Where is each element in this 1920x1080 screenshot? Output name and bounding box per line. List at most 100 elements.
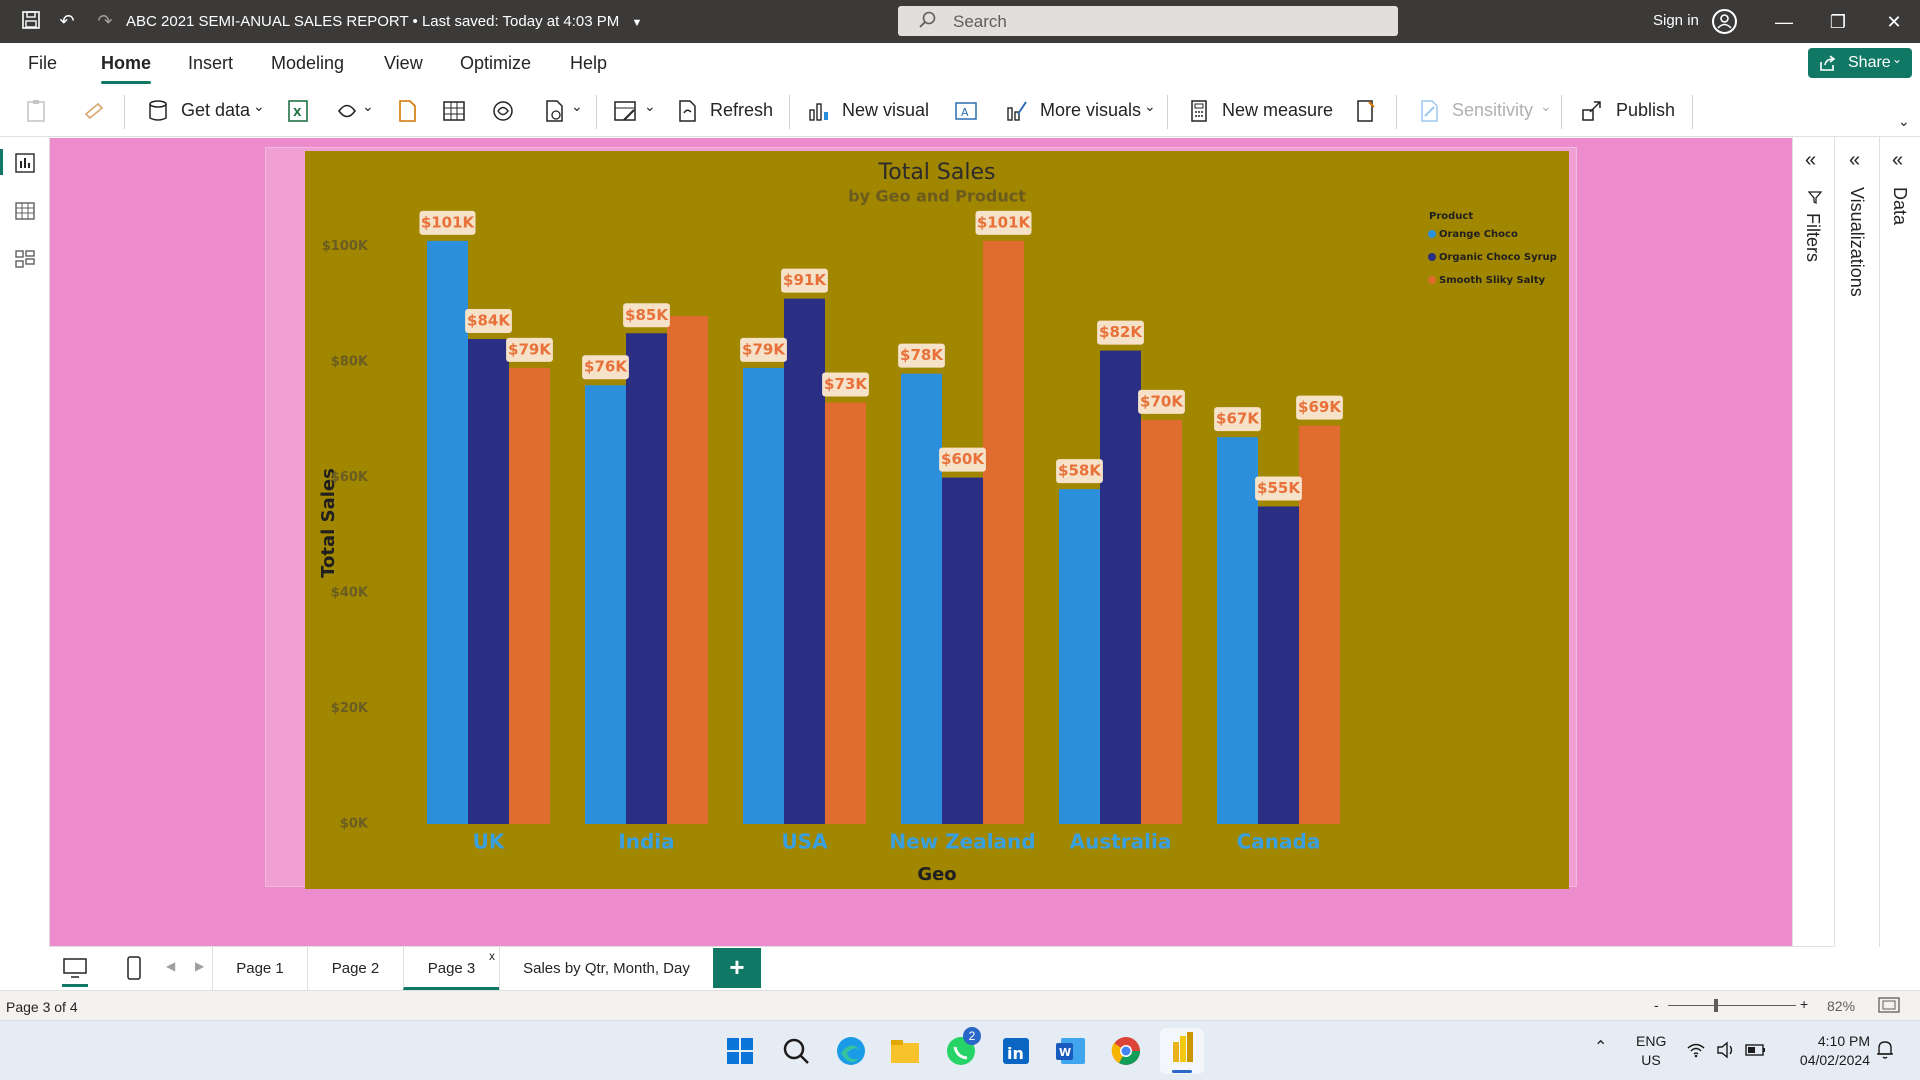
bar[interactable] <box>1217 437 1258 824</box>
desktop-layout-icon[interactable] <box>62 956 88 987</box>
save-icon[interactable] <box>20 10 42 32</box>
publish-button[interactable]: Publish <box>1580 96 1684 126</box>
bar[interactable] <box>1059 489 1100 824</box>
undo-icon[interactable]: ↶ <box>56 10 78 32</box>
zoom-in-button[interactable]: + <box>1800 996 1808 1012</box>
menu-insert[interactable]: Insert <box>188 53 233 74</box>
bar[interactable] <box>667 315 708 824</box>
zoom-slider[interactable] <box>1668 999 1796 1012</box>
notifications-icon[interactable] <box>1876 1040 1894 1060</box>
close-tab-icon[interactable]: x <box>489 949 495 963</box>
legend-item[interactable]: Organic Choco Syrup <box>1439 252 1557 263</box>
bar[interactable] <box>743 367 784 824</box>
new-visual-button[interactable]: New visual <box>806 96 930 126</box>
menu-modeling[interactable]: Modeling <box>271 53 344 74</box>
chart-legend[interactable]: Product Orange Choco Organic Choco Syrup S… <box>1428 211 1557 286</box>
enter-data-button[interactable] <box>441 96 469 126</box>
report-view-icon[interactable] <box>13 151 37 175</box>
linkedin-icon[interactable]: in <box>996 1031 1036 1071</box>
legend-item[interactable]: Orange Choco <box>1439 229 1518 240</box>
sign-in-link[interactable]: Sign in <box>1653 12 1699 29</box>
transform-data-button[interactable]: ⌄ <box>541 96 587 126</box>
format-painter-button[interactable] <box>82 96 112 126</box>
model-view-icon[interactable] <box>13 247 37 271</box>
whatsapp-icon[interactable]: 2 <box>941 1027 981 1071</box>
report-canvas[interactable]: Total Sales by Geo and Product Geo Total… <box>50 138 1833 946</box>
show-hidden-icons-icon[interactable]: ⌃ <box>1594 1037 1607 1057</box>
menu-view[interactable]: View <box>384 53 423 74</box>
bar[interactable] <box>427 240 468 825</box>
chevron-down-icon[interactable]: ▼ <box>631 17 642 29</box>
recent-sources-button[interactable] <box>394 96 422 126</box>
dataverse-button[interactable]: ⌄ <box>334 96 380 126</box>
filters-pane[interactable]: « Filters <box>1792 137 1834 947</box>
clock-date[interactable]: 04/02/2024 <box>1778 1052 1870 1068</box>
bar[interactable] <box>901 373 942 824</box>
menu-file[interactable]: File <box>28 53 57 74</box>
bar[interactable] <box>509 367 550 824</box>
restore-icon[interactable]: ❐ <box>1818 8 1858 36</box>
bar[interactable] <box>942 477 983 824</box>
battery-icon[interactable] <box>1745 1043 1767 1057</box>
taskbar-search-icon[interactable] <box>776 1031 816 1071</box>
page-tab-sales-by-qtr[interactable]: Sales by Qtr, Month, Day <box>499 947 713 990</box>
share-button[interactable]: Share ⌄ <box>1808 48 1912 78</box>
sql-server-button[interactable] <box>490 96 518 126</box>
menu-home[interactable]: Home <box>101 53 151 74</box>
quick-measure-button[interactable] <box>1352 96 1380 126</box>
page-tab-1[interactable]: Page 1 <box>212 947 307 990</box>
legend-item[interactable]: Smooth Sliky Salty <box>1439 275 1546 286</box>
visualizations-pane[interactable]: « Visualizations <box>1834 137 1879 947</box>
bar[interactable] <box>468 339 509 824</box>
bar[interactable] <box>983 240 1024 825</box>
user-avatar-icon[interactable] <box>1712 9 1737 34</box>
refresh-button[interactable]: Refresh <box>674 96 784 126</box>
menu-help[interactable]: Help <box>570 53 607 74</box>
scroll-right-icon[interactable]: ▶ <box>195 959 204 973</box>
close-icon[interactable]: ✕ <box>1874 8 1914 36</box>
redo-icon[interactable]: ↷ <box>94 10 116 32</box>
mobile-layout-icon[interactable] <box>126 955 142 981</box>
scroll-left-icon[interactable]: ◀ <box>166 959 175 973</box>
wifi-icon[interactable] <box>1686 1042 1706 1058</box>
add-page-button[interactable]: + <box>713 948 761 988</box>
fit-to-page-icon[interactable] <box>1878 996 1900 1014</box>
file-explorer-icon[interactable] <box>885 1031 925 1071</box>
language-indicator[interactable]: ENG <box>1636 1033 1666 1049</box>
bar[interactable] <box>626 333 667 824</box>
sensitivity-button[interactable]: Sensitivity ⌄ <box>1416 96 1552 126</box>
minimize-icon[interactable]: — <box>1764 8 1804 36</box>
new-measure-button[interactable]: New measure <box>1186 96 1333 126</box>
bar[interactable] <box>1141 419 1182 824</box>
expand-filters-icon[interactable]: « <box>1805 149 1816 172</box>
document-title[interactable]: ABC 2021 SEMI-ANUAL SALES REPORT • Last … <box>126 13 642 30</box>
page-tab-2[interactable]: Page 2 <box>307 947 403 990</box>
search-input[interactable]: Search <box>898 6 1398 36</box>
paste-button[interactable] <box>24 96 68 126</box>
clock-time[interactable]: 4:10 PM <box>1778 1033 1870 1049</box>
bar[interactable] <box>1258 506 1299 824</box>
table-view-icon[interactable] <box>13 199 37 223</box>
volume-icon[interactable] <box>1716 1041 1736 1059</box>
expand-visualizations-icon[interactable]: « <box>1849 149 1860 172</box>
data-pane[interactable]: « Data <box>1879 137 1920 947</box>
region-indicator[interactable]: US <box>1636 1052 1666 1068</box>
bar[interactable] <box>585 385 626 824</box>
chrome-icon[interactable] <box>1106 1031 1146 1071</box>
zoom-out-button[interactable]: - <box>1654 997 1659 1013</box>
text-box-button[interactable]: A <box>953 96 981 126</box>
excel-button[interactable]: X <box>285 96 313 126</box>
page-tab-3[interactable]: Page 3 x <box>403 947 499 990</box>
bar[interactable] <box>784 298 825 824</box>
power-bi-icon[interactable] <box>1160 1028 1204 1074</box>
windows-start-icon[interactable] <box>720 1031 760 1071</box>
zoom-slider-thumb[interactable] <box>1714 999 1718 1012</box>
word-icon[interactable]: W <box>1051 1031 1091 1071</box>
clustered-column-chart[interactable]: Total Sales by Geo and Product Geo Total… <box>305 151 1569 889</box>
bar[interactable] <box>1100 350 1141 824</box>
get-data-button[interactable]: Get data ⌄ <box>145 96 270 126</box>
edge-browser-icon[interactable] <box>831 1031 871 1071</box>
bar[interactable] <box>825 402 866 824</box>
table-view-button[interactable]: ⌄ <box>612 96 660 126</box>
ribbon-collapse-icon[interactable]: ⌄ <box>1898 113 1910 130</box>
